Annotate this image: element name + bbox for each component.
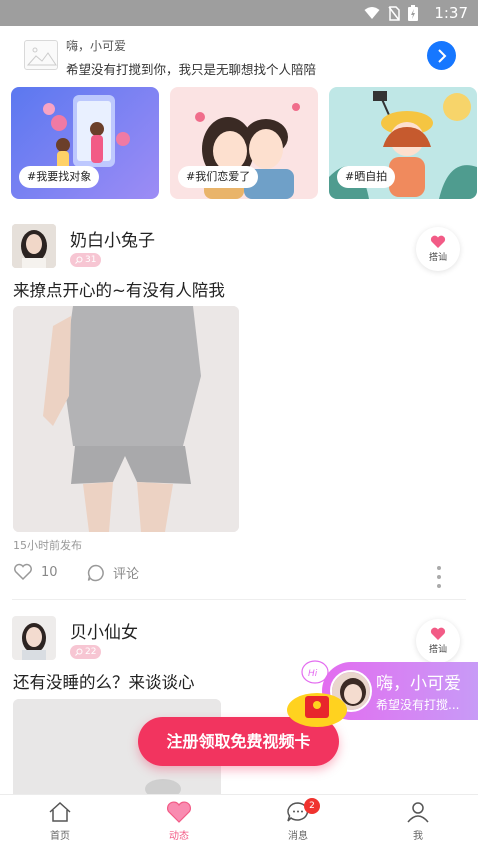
greet-button[interactable]: 搭讪 [416, 227, 460, 271]
wifi-icon [364, 7, 380, 19]
tab-home[interactable]: 首页 [20, 801, 100, 842]
avatar[interactable] [12, 224, 56, 268]
badge-count: 31 [85, 255, 97, 265]
chevron-right-icon [437, 48, 446, 63]
app-screen: 1:37 嗨，小可爱 希望没有打搅到你，我只是无聊想找个人陪陪 #我要找对象 #… [0, 0, 478, 849]
svg-text:Hi: Hi [308, 669, 318, 679]
no-sim-icon [388, 5, 400, 21]
post-image[interactable] [13, 306, 239, 532]
status-bar: 1:37 [0, 0, 478, 26]
topic-card-find-partner[interactable]: #我要找对象 [11, 87, 159, 199]
heart-icon [430, 235, 446, 248]
comment-button[interactable]: 评论 [87, 563, 139, 582]
level-badge: 22 [70, 645, 102, 659]
greet-button[interactable]: 搭讪 [416, 619, 460, 663]
bottom-tab-bar: 首页 动态 2 消息 我 [0, 794, 478, 849]
comment-icon [87, 564, 104, 581]
open-chat-button[interactable] [427, 41, 456, 70]
tab-label: 动态 [169, 831, 189, 842]
topic-tag: #晒自拍 [337, 166, 396, 188]
notice-message: 希望没有打搅到你，我只是无聊想找个人陪陪 [66, 62, 317, 77]
post-text: 来撩点开心的~有没有人陪我 [13, 281, 225, 300]
tab-label: 消息 [288, 831, 308, 842]
topic-tag: #我们恋爱了 [178, 166, 259, 188]
user-icon [407, 802, 429, 823]
tab-moments[interactable]: 动态 [139, 801, 219, 842]
battery-icon [408, 5, 418, 21]
badge-count: 22 [85, 647, 97, 657]
heart-icon [430, 627, 446, 640]
heart-outline-icon [14, 563, 32, 581]
avatar[interactable] [12, 616, 56, 660]
tab-label: 首页 [50, 831, 70, 842]
notice-title: 嗨，小可爱 [66, 39, 127, 53]
clock: 1:37 [434, 4, 468, 22]
popup-message: 希望没有打搅... [376, 698, 460, 712]
greet-label: 搭讪 [428, 253, 447, 263]
post-time: 15小时前发布 [13, 539, 82, 552]
comment-label: 评论 [113, 567, 140, 582]
search-icon [75, 648, 83, 656]
red-envelope-icon[interactable] [287, 688, 347, 728]
level-badge: 31 [70, 253, 102, 267]
greet-label: 搭讪 [428, 645, 447, 655]
popup-title: 嗨，小可爱 [376, 674, 461, 694]
post-username[interactable]: 奶白小兔子 [70, 226, 155, 251]
divider [12, 599, 466, 600]
image-placeholder-icon [24, 40, 58, 70]
tab-messages[interactable]: 2 消息 [258, 798, 338, 842]
topic-card-selfie[interactable]: #晒自拍 [329, 87, 477, 199]
post-username[interactable]: 贝小仙女 [70, 618, 138, 643]
post-text: 还有没睡的么？来谈谈心 [13, 673, 195, 692]
unread-badge: 2 [304, 798, 320, 814]
home-icon [49, 801, 71, 822]
topic-tag: #我要找对象 [19, 166, 100, 188]
tab-label: 我 [413, 831, 423, 842]
search-icon [75, 256, 83, 264]
topic-carousel: #我要找对象 #我们恋爱了 #晒自拍 [11, 87, 478, 199]
topic-card-in-love[interactable]: #我们恋爱了 [170, 87, 318, 199]
tab-me[interactable]: 我 [378, 801, 458, 842]
like-count: 10 [41, 564, 58, 580]
more-options-icon[interactable] [437, 566, 441, 588]
like-button[interactable]: 10 [13, 563, 58, 581]
greeting-notice[interactable]: 嗨，小可爱 希望没有打搅到你，我只是无聊想找个人陪陪 [12, 30, 466, 80]
heart-icon [166, 801, 192, 823]
